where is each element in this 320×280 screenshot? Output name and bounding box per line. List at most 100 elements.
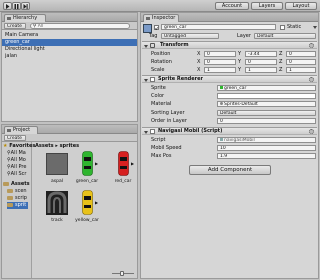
favorites-item[interactable]: ⚲All Ma [7,150,26,157]
favorites-item[interactable]: ⚲All Pre [7,164,26,171]
step-icon [23,3,28,9]
sprite-renderer-enabled-checkbox[interactable] [150,77,155,82]
assets-folder[interactable]: Assets [3,181,30,188]
sprite-thumb-red-car[interactable] [118,151,129,176]
hierarchy-icon [7,17,11,20]
sorting-layer-dropdown[interactable]: Default [217,110,316,116]
layer-label: Layer [237,33,251,39]
favorites-item[interactable]: ⚲All Mo [7,157,26,164]
scale-z-input[interactable]: 1 [286,67,316,73]
play-button[interactable] [3,2,12,10]
rotation-z-input[interactable]: 0 [286,59,316,65]
hierarchy-create-button[interactable]: Create [4,23,26,29]
hierarchy-item-directional-light[interactable]: Directional light [2,46,137,53]
sprite-label-green-car: green_car [75,179,99,184]
sprite-renderer-title: Sprite Renderer [158,76,203,82]
account-button[interactable]: Account [215,2,249,10]
favorites-label: Favorites [9,143,36,149]
layer-dropdown[interactable]: Default [254,33,316,39]
pause-icon [14,3,19,9]
favorites-item[interactable]: ⚲All Scr [7,171,26,178]
play-icon: ▶ [95,161,99,166]
layout-dropdown[interactable]: Layout [285,2,317,10]
assets-subfolder[interactable]: scrip [7,195,27,202]
object-name-input[interactable]: green_car [161,24,276,30]
rotation-x-input[interactable]: 0 [204,59,236,65]
order-in-layer-input[interactable]: 0 [217,118,316,124]
sprite-renderer-header[interactable]: Sprite Renderer [142,75,317,83]
tab-hierarchy[interactable]: Hierarchy [4,14,46,22]
gear-icon[interactable] [309,129,314,134]
layers-dropdown[interactable]: Layers [251,2,283,10]
gear-icon[interactable] [309,77,314,82]
tag-value: Untagged [164,34,187,39]
script-field[interactable]: navigasiMobil [217,137,316,143]
max-pos-label: Max Pos [151,153,172,159]
transform-header[interactable]: Transform [142,41,317,49]
scale-x-input[interactable]: 1 [204,67,236,73]
tag-dropdown[interactable]: Untagged [161,33,219,39]
play-icon [6,3,10,9]
object-active-checkbox[interactable] [154,25,159,31]
folder-icon [3,181,9,186]
hierarchy-panel: Hierarchy Create ⚲ All Main Camera green… [1,12,138,122]
folder-icon [7,202,13,207]
order-in-layer-label: Order in Layer [151,118,187,124]
script-component-title: Navigasi Mobil (Script) [158,128,223,134]
pause-button[interactable] [12,2,21,10]
sprite-thumb-yellow-car[interactable] [82,190,93,215]
star-icon: ★ [3,143,8,149]
sprite-thumb-aspal[interactable] [46,153,68,175]
hierarchy-item-green-car[interactable]: green_car [2,39,137,46]
object-name-value: green_car [164,25,187,30]
position-y-input[interactable]: -3.44 [245,51,277,57]
position-x-input[interactable]: 0 [204,51,236,57]
sprite-label-yellow-car: yellow_car [75,218,99,223]
hierarchy-item-label: Directional light [5,46,45,52]
scale-y-input[interactable]: 1 [245,67,277,73]
sorting-layer-label: Sorting Layer [151,110,185,116]
tab-project[interactable]: Project [4,126,38,134]
car-icon [82,190,93,215]
thumbnail-size-slider[interactable] [112,271,134,276]
hierarchy-search-input[interactable]: ⚲ All [30,23,130,29]
add-component-button[interactable]: Add Component [189,165,271,175]
sprite-thumb-track[interactable] [46,191,68,215]
car-icon [82,151,93,176]
chevron-down-icon[interactable] [313,26,317,29]
assets-subfolder-selected[interactable]: sprit [7,202,29,209]
search-placeholder: All [37,24,44,29]
gear-icon[interactable] [309,43,314,48]
script-enabled-checkbox[interactable] [150,129,155,134]
position-label: Position [151,51,171,57]
folder-icon [7,188,13,193]
tab-inspector[interactable]: Inspector [143,14,179,22]
slider-thumb[interactable] [120,271,124,276]
script-component-header[interactable]: Navigasi Mobil (Script) [142,127,317,135]
favorites-item-label: All Scr [10,171,27,177]
scale-y-value: 1 [248,68,251,73]
hierarchy-item-label: jalan [5,53,18,59]
inspector-tab-label: Inspector [152,15,176,21]
layers-label: Layers [258,3,276,9]
step-button[interactable] [21,2,30,10]
mobil-speed-input[interactable]: 10 [217,145,316,151]
position-z-input[interactable]: 0 [286,51,316,57]
sprite-thumb-green-car[interactable] [82,151,93,176]
material-field[interactable]: Sprites-Default [217,101,316,107]
static-checkbox[interactable] [280,25,285,30]
assets-label: Assets [11,181,30,187]
max-pos-input[interactable]: 1.9 [217,153,316,159]
assets-subfolder-label: scen [15,188,27,194]
hierarchy-item-main-camera[interactable]: Main Camera [2,32,137,39]
sprite-field[interactable]: green_car [217,85,316,91]
rotation-y-input[interactable]: 0 [245,59,277,65]
material-icon [220,102,223,105]
position-x-value: 0 [207,52,210,57]
color-field[interactable] [217,93,316,99]
assets-subfolder[interactable]: scen [7,188,27,195]
project-create-button[interactable]: Create [4,135,26,141]
favorites-header[interactable]: ★ Favorites [3,143,35,150]
scale-y-label: Y [238,67,242,73]
hierarchy-item-jalan[interactable]: jalan [2,53,137,60]
